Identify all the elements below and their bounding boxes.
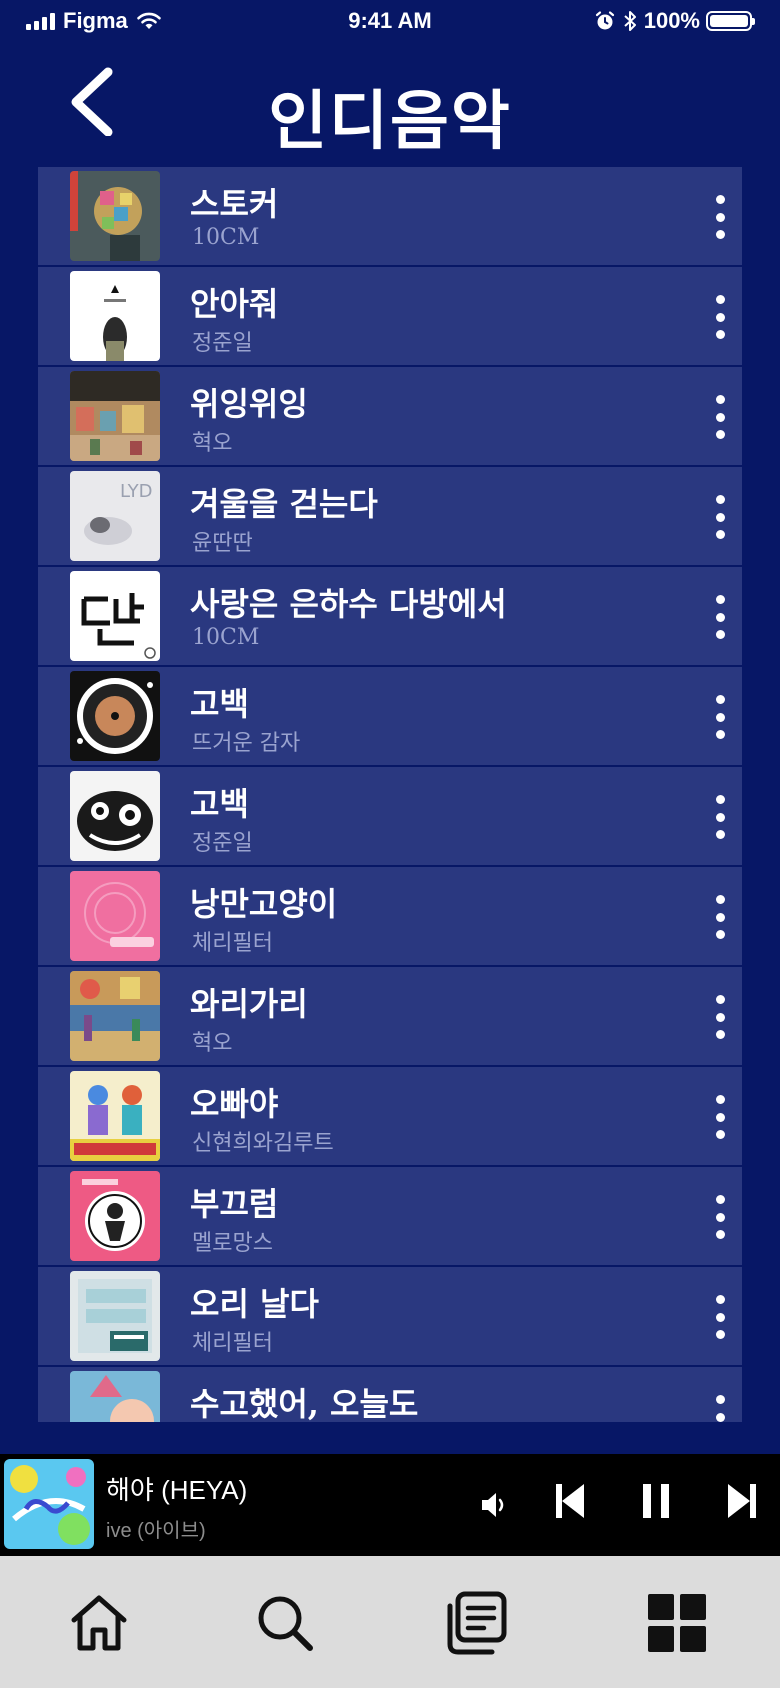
more-icon[interactable] bbox=[710, 595, 730, 639]
more-icon[interactable] bbox=[710, 795, 730, 839]
track-title: 고백 bbox=[190, 685, 249, 723]
pause-button[interactable] bbox=[640, 1482, 672, 1524]
mini-player[interactable]: 해야 (HEYA) ive (아이브) bbox=[0, 1454, 780, 1556]
track-artist: 체리필터 bbox=[192, 1331, 273, 1356]
volume-icon bbox=[482, 1493, 504, 1517]
track-artist: 멜로망스 bbox=[192, 1231, 273, 1256]
track-title: 와리가리 bbox=[190, 985, 308, 1023]
volume-button[interactable] bbox=[480, 1490, 508, 1524]
more-icon[interactable] bbox=[710, 495, 730, 539]
svg-text:LYD: LYD bbox=[120, 481, 153, 502]
more-icon[interactable] bbox=[710, 1195, 730, 1239]
track-artist: 혁오 bbox=[192, 1031, 233, 1056]
track-artist: 정준일 bbox=[192, 831, 253, 856]
next-icon bbox=[728, 1484, 756, 1518]
next-button[interactable] bbox=[726, 1482, 758, 1524]
track-title: 부끄럼 bbox=[190, 1185, 279, 1223]
track-artist: 10CM bbox=[192, 225, 260, 250]
pause-icon bbox=[643, 1484, 669, 1518]
more-icon[interactable] bbox=[710, 695, 730, 739]
alarm-icon bbox=[595, 11, 614, 30]
track-artist: 윤딴딴 bbox=[192, 531, 253, 556]
track-artist: 정준일 bbox=[192, 331, 253, 356]
track-artist: 뜨거운 감자 bbox=[192, 731, 301, 756]
album-art bbox=[70, 571, 160, 661]
track-title: 겨울을 걷는다 bbox=[190, 485, 378, 523]
track-title: 사랑은 은하수 다방에서 bbox=[190, 585, 507, 623]
tab-home[interactable] bbox=[64, 1588, 134, 1658]
now-playing-art bbox=[4, 1459, 94, 1549]
list-item[interactable]: 수고했어, 오늘도 bbox=[38, 1367, 742, 1422]
previous-button[interactable] bbox=[554, 1482, 586, 1524]
search-icon bbox=[258, 1596, 313, 1651]
track-title: 위잉위잉 bbox=[190, 385, 308, 423]
list-item[interactable]: 낭만고양이 체리필터 bbox=[38, 867, 742, 965]
album-art bbox=[70, 671, 160, 761]
list-item[interactable]: 안아줘 정준일 bbox=[38, 267, 742, 365]
album-art bbox=[70, 171, 160, 261]
list-item[interactable]: 사랑은 은하수 다방에서 10CM bbox=[38, 567, 742, 665]
more-icon[interactable] bbox=[710, 295, 730, 339]
library-icon bbox=[447, 1591, 507, 1655]
album-art bbox=[70, 871, 160, 961]
list-item[interactable]: 오리 날다 체리필터 bbox=[38, 1267, 742, 1365]
more-icon[interactable] bbox=[710, 895, 730, 939]
more-icon[interactable] bbox=[710, 995, 730, 1039]
page-title: 인디음악 bbox=[268, 84, 512, 159]
album-art bbox=[70, 1071, 160, 1161]
more-icon[interactable] bbox=[710, 1095, 730, 1139]
previous-icon bbox=[556, 1484, 584, 1518]
tab-library[interactable] bbox=[440, 1588, 510, 1658]
list-item[interactable]: 오빠야 신현희와김루트 bbox=[38, 1067, 742, 1165]
now-playing-title: 해야 (HEYA) bbox=[106, 1475, 248, 1505]
track-artist: 혁오 bbox=[192, 431, 233, 456]
status-right: 100% bbox=[594, 8, 755, 34]
tab-bar bbox=[0, 1556, 780, 1688]
album-art bbox=[70, 1271, 160, 1361]
list-item[interactable]: 와리가리 혁오 bbox=[38, 967, 742, 1065]
more-icon[interactable] bbox=[710, 195, 730, 239]
track-title: 안아줘 bbox=[190, 285, 279, 323]
track-list[interactable]: 스토커 10CM 안아줘 정준일 위잉위잉 혁오 LYD 겨울을 걷는다 윤딴딴… bbox=[38, 167, 742, 1422]
track-title: 오리 날다 bbox=[190, 1285, 319, 1323]
track-artist: 체리필터 bbox=[192, 931, 273, 956]
home-icon bbox=[71, 1595, 127, 1651]
album-art bbox=[70, 1171, 160, 1261]
album-art bbox=[70, 271, 160, 361]
list-item[interactable]: 고백 뜨거운 감자 bbox=[38, 667, 742, 765]
now-playing-artist: ive (아이브) bbox=[106, 1520, 206, 1542]
battery-percent: 100% bbox=[643, 8, 700, 33]
track-title: 스토커 bbox=[190, 185, 279, 223]
track-title: 낭만고양이 bbox=[190, 885, 338, 923]
track-title: 고백 bbox=[190, 785, 249, 823]
battery-icon bbox=[706, 11, 755, 31]
bluetooth-icon bbox=[624, 11, 636, 31]
more-icon[interactable] bbox=[710, 1295, 730, 1339]
track-title: 수고했어, 오늘도 bbox=[190, 1385, 419, 1422]
album-art: LYD bbox=[70, 471, 160, 561]
album-art bbox=[70, 771, 160, 861]
list-item[interactable]: 위잉위잉 혁오 bbox=[38, 367, 742, 465]
more-icon[interactable] bbox=[710, 1395, 730, 1422]
album-art bbox=[70, 371, 160, 461]
track-title: 오빠야 bbox=[190, 1085, 279, 1123]
album-art bbox=[70, 971, 160, 1061]
more-icon[interactable] bbox=[710, 395, 730, 439]
list-item[interactable]: 부끄럼 멜로망스 bbox=[38, 1167, 742, 1265]
list-item[interactable]: 스토커 10CM bbox=[38, 167, 742, 265]
track-artist: 10CM bbox=[192, 625, 260, 650]
list-item[interactable]: 고백 정준일 bbox=[38, 767, 742, 865]
tab-grid[interactable] bbox=[642, 1588, 712, 1658]
album-art bbox=[70, 1371, 160, 1422]
track-artist: 신현희와김루트 bbox=[192, 1131, 334, 1156]
list-item[interactable]: LYD 겨울을 걷는다 윤딴딴 bbox=[38, 467, 742, 565]
grid-icon bbox=[648, 1594, 706, 1652]
status-bar: Figma 9:41 AM 100% bbox=[0, 0, 780, 44]
tab-search[interactable] bbox=[250, 1588, 320, 1658]
header: 인디음악 bbox=[0, 50, 780, 160]
